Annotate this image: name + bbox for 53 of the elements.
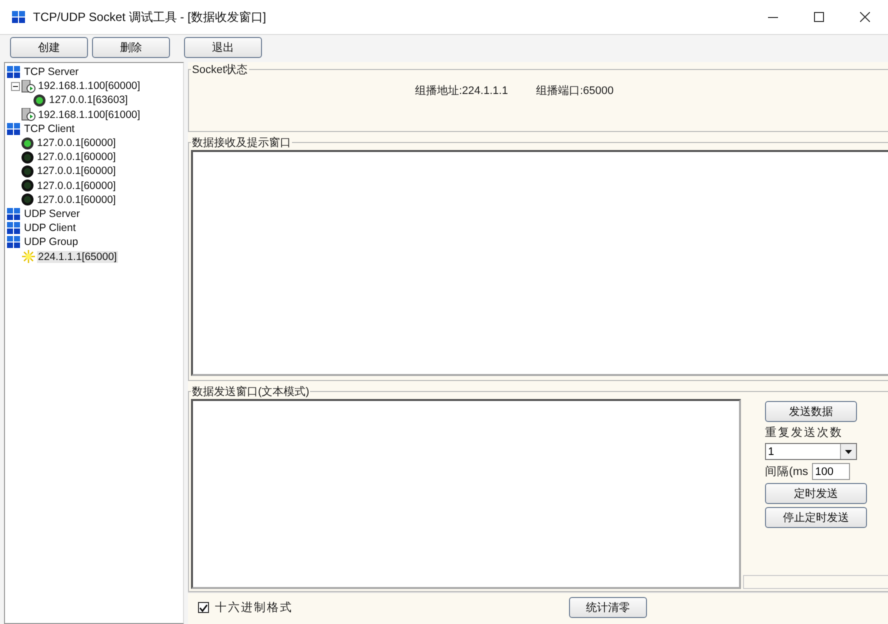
hex-format-label: 十六进制格式 (215, 600, 294, 615)
tree-item[interactable]: 192.168.1.100[60000] (37, 80, 142, 92)
tree-item[interactable]: 127.0.0.1[60000] (36, 165, 117, 178)
reset-stats-button[interactable]: 统计清零 (569, 597, 647, 618)
tree-item[interactable]: 192.168.1.100[61000] (37, 108, 142, 121)
send-area[interactable] (191, 399, 741, 589)
tree-item[interactable]: 127.0.0.1[60000] (36, 194, 117, 206)
window-title: TCP/UDP Socket 调试工具 - [数据收发窗口] (33, 8, 268, 26)
tree-item[interactable]: UDP Server (23, 208, 81, 220)
group-title: 数据接收及提示窗口 (191, 136, 292, 150)
caret-icon (840, 444, 856, 459)
grid-icon (7, 222, 20, 234)
tree-item[interactable]: UDP Client (23, 222, 77, 234)
multicast-port: 组播端口:65000 (536, 84, 614, 98)
tree-item[interactable]: 127.0.0.1[60000] (36, 137, 117, 150)
grid-icon (12, 11, 25, 23)
tree-item[interactable]: 224.1.1.1[65000] (37, 250, 118, 263)
grid-icon (7, 208, 20, 220)
tree-item[interactable]: 127.0.0.1[63603] (48, 94, 129, 106)
timer-send-button[interactable]: 定时发送 (765, 483, 867, 504)
toolbar-button[interactable]: 退出 (184, 37, 262, 58)
tree-item[interactable]: TCP Client (23, 122, 76, 135)
status-light-icon (21, 164, 34, 178)
status-light-icon (21, 150, 34, 164)
stop-timer-button[interactable]: 停止定时发送 (765, 507, 867, 528)
computer-icon (21, 80, 36, 93)
status-light-icon (33, 94, 46, 107)
computer-icon (21, 108, 36, 122)
repeat-select[interactable]: 1 (765, 443, 857, 460)
checkbox[interactable] (198, 602, 209, 613)
send-button[interactable]: 发送数据 (765, 401, 857, 422)
repeat-label: 重复发送次数 (765, 426, 844, 440)
receive-area[interactable] (191, 150, 888, 376)
interval-field[interactable]: 100 (812, 463, 850, 480)
status-light-icon (21, 193, 34, 206)
interval-label: 间隔(ms (765, 464, 808, 479)
sun-icon (21, 250, 36, 264)
grid-icon (7, 122, 20, 135)
grid-icon (7, 66, 20, 78)
tree-item[interactable]: 127.0.0.1[60000] (36, 151, 117, 164)
collapse-toggle[interactable] (11, 82, 20, 91)
tree-item[interactable]: TCP Server (23, 66, 80, 78)
toolbar-button[interactable]: 删除 (92, 37, 170, 58)
minus-icon (13, 86, 18, 87)
toolbar-button[interactable]: 创建 (10, 37, 88, 58)
tree-item[interactable]: UDP Group (23, 236, 80, 248)
group-title: Socket状态 (191, 62, 249, 77)
grid-icon (7, 236, 20, 248)
status-light-icon (21, 136, 34, 150)
multicast-address: 组播地址:224.1.1.1 (415, 84, 508, 98)
tree-item[interactable]: 127.0.0.1[60000] (36, 180, 117, 192)
group-title: 数据发送窗口(文本模式) (191, 384, 310, 399)
status-light-icon (21, 179, 34, 192)
